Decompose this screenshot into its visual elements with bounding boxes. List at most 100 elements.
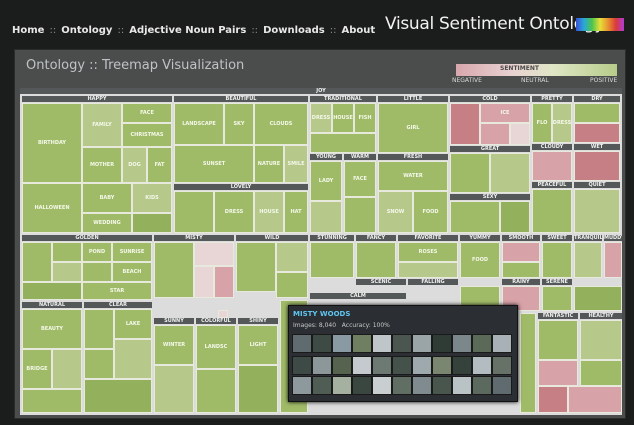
- group-header[interactable]: DRY: [574, 96, 620, 102]
- treemap-cell[interactable]: [194, 242, 234, 266]
- treemap-cell[interactable]: [132, 213, 172, 233]
- group-header[interactable]: GOLDEN: [22, 235, 152, 241]
- treemap-cell[interactable]: [510, 123, 530, 145]
- treemap-cell[interactable]: FACE: [122, 103, 172, 123]
- treemap-cell[interactable]: SUNRISE: [112, 242, 152, 262]
- group-header[interactable]: MISTY: [154, 235, 234, 241]
- treemap-cell[interactable]: [450, 201, 500, 233]
- treemap-cell[interactable]: STAR: [82, 282, 152, 300]
- treemap-cell[interactable]: [480, 123, 510, 145]
- treemap-cell[interactable]: [238, 365, 278, 413]
- treemap-cell[interactable]: DOG: [122, 147, 147, 183]
- treemap-cell[interactable]: [276, 272, 308, 298]
- treemap-cell[interactable]: [574, 286, 622, 311]
- group-header[interactable]: YOUNG: [310, 154, 342, 160]
- treemap-cell[interactable]: [574, 242, 602, 278]
- treemap-cell[interactable]: [52, 349, 82, 389]
- treemap-cell[interactable]: [194, 266, 214, 298]
- treemap-cell[interactable]: BRIDGE: [22, 349, 52, 389]
- treemap-cell[interactable]: [574, 151, 620, 181]
- treemap-cell[interactable]: FOOD: [460, 242, 500, 278]
- nav-adjective-noun-pairs[interactable]: Adjective Noun Pairs: [129, 25, 246, 36]
- group-header[interactable]: PEACEFUL: [532, 182, 572, 188]
- treemap-cell[interactable]: HALLOWEEN: [22, 183, 82, 233]
- treemap-cell[interactable]: [276, 242, 308, 272]
- treemap-cell[interactable]: [502, 262, 540, 278]
- treemap-cell[interactable]: LAKE: [114, 309, 152, 339]
- treemap-cell[interactable]: HOUSE: [332, 103, 354, 133]
- group-header[interactable]: RAINY: [502, 279, 540, 285]
- treemap-cell[interactable]: [580, 320, 622, 360]
- treemap-cell[interactable]: LIGHT: [238, 325, 278, 365]
- treemap-cell[interactable]: [154, 365, 194, 413]
- treemap-cell[interactable]: SMILE: [284, 145, 308, 183]
- treemap-cell[interactable]: LANDSCAPE: [174, 103, 224, 145]
- treemap-cell[interactable]: BIRTHDAY: [22, 103, 82, 183]
- group-header[interactable]: CALM: [310, 293, 406, 299]
- treemap-cell[interactable]: [52, 242, 82, 262]
- treemap-cell[interactable]: FAT: [147, 147, 172, 183]
- group-header[interactable]: LOVELY: [174, 184, 308, 190]
- group-header[interactable]: WILD: [236, 235, 308, 241]
- treemap-cell[interactable]: [574, 103, 620, 123]
- group-header[interactable]: COLD: [450, 96, 530, 102]
- treemap-cell[interactable]: WEDDING: [82, 213, 132, 233]
- treemap-cell[interactable]: LANDSC: [196, 325, 236, 369]
- treemap-cell[interactable]: CLOUDS: [254, 103, 308, 145]
- treemap-cell[interactable]: DRESS: [552, 103, 572, 143]
- group-header[interactable]: SHINY: [238, 318, 278, 324]
- group-header[interactable]: CLEAR: [84, 302, 152, 308]
- treemap-cell[interactable]: BABY: [82, 183, 132, 213]
- treemap-cell[interactable]: [580, 360, 622, 386]
- treemap-cell[interactable]: POND: [82, 242, 112, 262]
- treemap-cell[interactable]: LADY: [310, 161, 342, 201]
- treemap-cell[interactable]: [532, 151, 572, 181]
- treemap-cell[interactable]: [574, 123, 620, 143]
- treemap-cell[interactable]: [174, 191, 214, 233]
- group-header[interactable]: SWEET: [542, 235, 572, 241]
- group-header[interactable]: COLORFUL: [196, 318, 236, 324]
- treemap-cell[interactable]: [344, 197, 376, 233]
- treemap-cell[interactable]: MOTHER: [82, 147, 122, 183]
- treemap-cell[interactable]: FOOD: [413, 191, 448, 233]
- treemap-root-header[interactable]: JOY: [20, 88, 622, 94]
- treemap-cell[interactable]: [236, 242, 276, 292]
- treemap-cell[interactable]: [502, 242, 540, 262]
- treemap-cell[interactable]: [604, 242, 622, 278]
- treemap-cell[interactable]: [22, 282, 82, 300]
- group-header[interactable]: SMOOTH: [502, 235, 540, 241]
- treemap-cell[interactable]: FACE: [344, 161, 376, 197]
- treemap-cell[interactable]: [84, 309, 114, 349]
- treemap-cell[interactable]: [22, 242, 52, 282]
- treemap-cell[interactable]: [82, 262, 112, 282]
- nav-about[interactable]: About: [342, 25, 376, 36]
- treemap-cell[interactable]: [154, 242, 194, 298]
- group-header[interactable]: QUIET: [574, 182, 620, 188]
- group-header[interactable]: HAPPY: [22, 96, 172, 102]
- treemap-cursor-cell[interactable]: [218, 310, 228, 318]
- treemap-cell[interactable]: KIDS: [132, 183, 172, 213]
- treemap-cell[interactable]: [490, 153, 530, 193]
- treemap-cell[interactable]: [574, 189, 620, 233]
- treemap-cell[interactable]: [450, 153, 490, 193]
- group-header[interactable]: SUNNY: [154, 318, 194, 324]
- group-header[interactable]: STUNNING: [310, 235, 354, 241]
- treemap-cell[interactable]: SKY: [224, 103, 254, 145]
- group-header[interactable]: WARM: [344, 154, 376, 160]
- treemap-cell[interactable]: FISH: [354, 103, 376, 133]
- treemap-cell[interactable]: FAMILY: [82, 103, 122, 147]
- treemap-cell[interactable]: HAT: [284, 191, 308, 233]
- treemap-cell[interactable]: BEACH: [112, 262, 152, 282]
- treemap-cell[interactable]: [450, 103, 480, 145]
- treemap-cell[interactable]: [310, 133, 376, 153]
- treemap-cell[interactable]: [310, 242, 354, 278]
- treemap-cell[interactable]: WATER: [378, 161, 448, 191]
- nav-ontology[interactable]: Ontology: [61, 25, 112, 36]
- treemap-cell[interactable]: SNOW: [378, 191, 413, 233]
- treemap-cell[interactable]: [398, 262, 458, 278]
- group-header[interactable]: SCENIC: [356, 279, 406, 285]
- group-header[interactable]: FALLING: [408, 279, 458, 285]
- nav-home[interactable]: Home: [12, 25, 44, 36]
- nav-downloads[interactable]: Downloads: [263, 25, 325, 36]
- treemap-cell[interactable]: [356, 242, 396, 278]
